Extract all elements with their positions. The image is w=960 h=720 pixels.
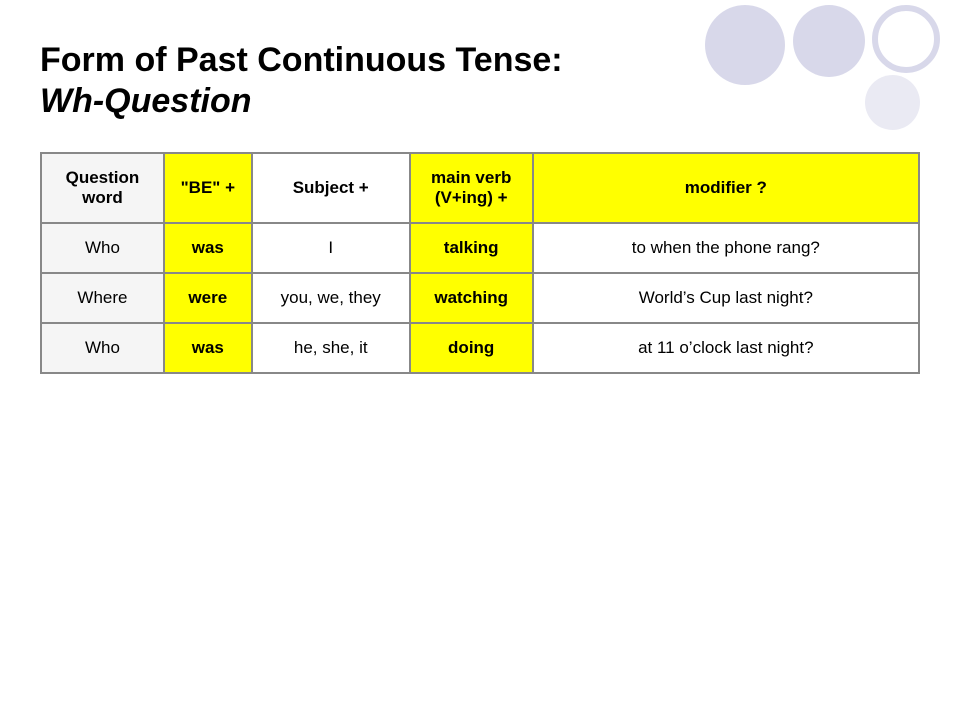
decorative-circle-2 <box>793 5 865 77</box>
cell-question-word: Who <box>41 323 164 373</box>
decorative-circle-1 <box>705 5 785 85</box>
header-main-verb: main verb (V+ing) + <box>410 153 533 223</box>
cell-subject: he, she, it <box>252 323 410 373</box>
cell-modifier: at 11 o’clock last night? <box>533 323 919 373</box>
header-be: "BE" + <box>164 153 252 223</box>
table-row: Where were you, we, they watching World’… <box>41 273 919 323</box>
header-subject: Subject + <box>252 153 410 223</box>
table-header-row: Question word "BE" + Subject + main verb… <box>41 153 919 223</box>
cell-subject: I <box>252 223 410 273</box>
cell-question-word: Who <box>41 223 164 273</box>
cell-modifier: World’s Cup last night? <box>533 273 919 323</box>
cell-verb: watching <box>410 273 533 323</box>
cell-question-word: Where <box>41 273 164 323</box>
cell-verb: doing <box>410 323 533 373</box>
page-title-sub: Wh-Question <box>40 81 920 122</box>
cell-be: were <box>164 273 252 323</box>
cell-be: was <box>164 223 252 273</box>
cell-modifier: to when the phone rang? <box>533 223 919 273</box>
table-row: Who was I talking to when the phone rang… <box>41 223 919 273</box>
decorative-circle-3 <box>872 5 940 73</box>
table-row: Who was he, she, it doing at 11 o’clock … <box>41 323 919 373</box>
decorative-circle-4 <box>865 75 920 130</box>
page-container: Form of Past Continuous Tense: Wh-Questi… <box>0 0 960 720</box>
page-title-main: Form of Past Continuous Tense: <box>40 40 920 81</box>
header-question-word: Question word <box>41 153 164 223</box>
cell-verb: talking <box>410 223 533 273</box>
cell-be: was <box>164 323 252 373</box>
title-section: Form of Past Continuous Tense: Wh-Questi… <box>40 40 920 122</box>
header-modifier: modifier ? <box>533 153 919 223</box>
cell-subject: you, we, they <box>252 273 410 323</box>
grammar-table: Question word "BE" + Subject + main verb… <box>40 152 920 374</box>
